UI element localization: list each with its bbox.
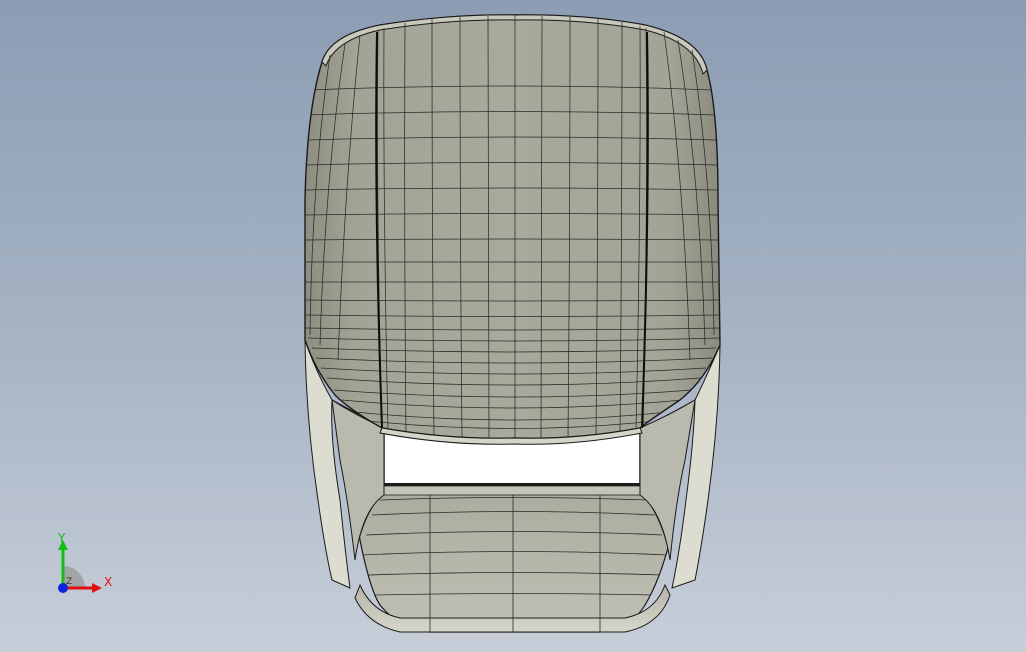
x-axis-arrowhead <box>92 583 102 593</box>
x-axis-label: X <box>104 575 112 589</box>
coordinate-triad: Y X Z <box>57 531 112 593</box>
z-axis-label: Z <box>66 577 72 587</box>
top-shell <box>304 14 721 439</box>
cad-model[interactable] <box>0 0 1026 652</box>
y-axis-label: Y <box>57 531 66 545</box>
graphics-viewport[interactable]: Y X Z <box>0 0 1026 652</box>
